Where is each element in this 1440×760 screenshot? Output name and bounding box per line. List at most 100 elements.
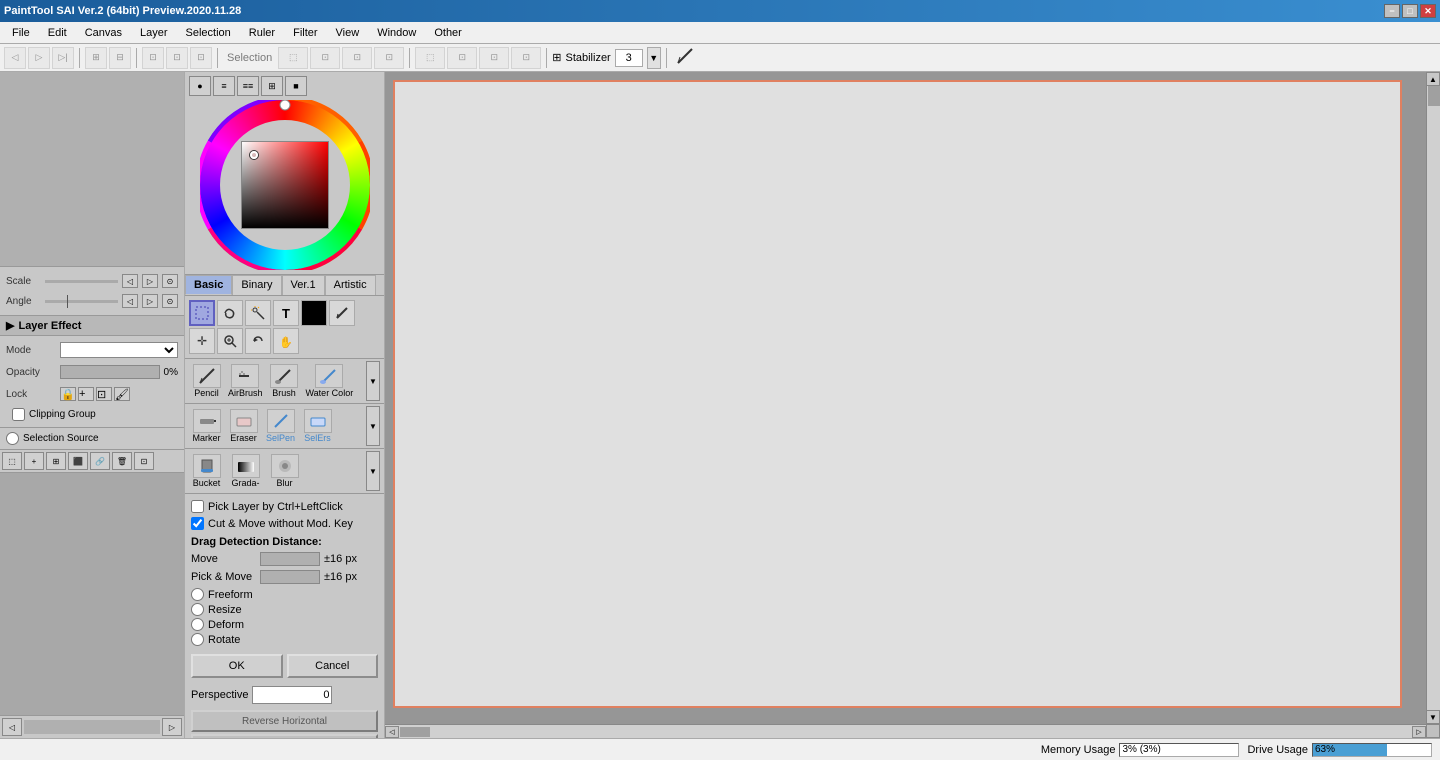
rotate-tool-icon[interactable] [245, 328, 271, 354]
angle-inc[interactable]: ▷ [142, 294, 158, 308]
fill-tools-scroll[interactable]: ▼ [366, 451, 380, 491]
lock-btn-3[interactable]: ⊡ [96, 387, 112, 401]
menu-file[interactable]: File [4, 25, 38, 41]
clipping-checkbox[interactable] [12, 408, 25, 421]
canvas-hscroll-track[interactable] [399, 726, 1412, 738]
color-picker-icon[interactable] [329, 300, 355, 326]
scale-reset[interactable]: ⊙ [162, 274, 178, 288]
minimize-button[interactable]: − [1384, 4, 1400, 18]
perspective-input[interactable] [252, 686, 332, 704]
color-tab-swatches[interactable]: ≡≡ [237, 76, 259, 96]
menu-other[interactable]: Other [426, 25, 470, 41]
close-button[interactable]: ✕ [1420, 4, 1436, 18]
color-tab-wheel[interactable]: ● [189, 76, 211, 96]
layer-add[interactable]: + [24, 452, 44, 470]
menu-window[interactable]: Window [369, 25, 424, 41]
menu-selection[interactable]: Selection [178, 25, 239, 41]
menu-layer[interactable]: Layer [132, 25, 176, 41]
brush-marker[interactable]: Marker [189, 407, 224, 445]
reverse-horizontal-button[interactable]: Reverse Horizontal [191, 710, 378, 732]
toolbar-sel-3[interactable]: ⊡ [342, 47, 372, 69]
brush-tab-basic[interactable]: Basic [185, 275, 232, 295]
stabilizer-dropdown[interactable]: ▼ [647, 47, 661, 69]
cancel-button[interactable]: Cancel [287, 654, 379, 678]
color-wheel-container[interactable] [200, 100, 370, 270]
canvas-scroll-up[interactable]: ▲ [1426, 72, 1440, 86]
toolbar-btn-6[interactable]: ⊡ [142, 47, 164, 69]
toolbar-sel-8[interactable]: ⊡ [511, 47, 541, 69]
hand-tool-icon[interactable]: ✋ [273, 328, 299, 354]
layer-group[interactable]: ⊞ [46, 452, 66, 470]
resize-radio[interactable] [191, 603, 204, 616]
menu-edit[interactable]: Edit [40, 25, 75, 41]
color-tab-sliders[interactable]: ≡ [213, 76, 235, 96]
zoom-in-icon[interactable] [217, 328, 243, 354]
ok-button[interactable]: OK [191, 654, 283, 678]
canvas-vscroll-thumb[interactable] [1428, 86, 1440, 106]
sel-source-radio[interactable] [6, 432, 19, 445]
lock-btn-2[interactable]: + [78, 387, 94, 401]
brush-selers[interactable]: SelErs [300, 407, 335, 445]
layer-passthrough[interactable]: ⬚ [2, 452, 22, 470]
angle-dec[interactable]: ◁ [122, 294, 138, 308]
rotate-radio[interactable] [191, 633, 204, 646]
toolbar-sel-4[interactable]: ⊡ [374, 47, 404, 69]
layer-link[interactable]: 🔗 [90, 452, 110, 470]
bucket-tool[interactable]: Bucket [189, 452, 224, 490]
layer-effect-header[interactable]: ▶ Layer Effect [0, 316, 184, 336]
color-square[interactable] [241, 141, 329, 229]
scale-inc[interactable]: ▷ [142, 274, 158, 288]
brush-brush[interactable]: Brush [267, 362, 302, 400]
canvas-drawing[interactable] [393, 80, 1402, 708]
toolbar-sel-7[interactable]: ⊡ [479, 47, 509, 69]
toolbar-btn-5[interactable]: ⊟ [109, 47, 131, 69]
blur-tool[interactable]: Blur [267, 452, 302, 490]
toolbar-sel-2[interactable]: ⊡ [310, 47, 340, 69]
freeform-radio[interactable] [191, 588, 204, 601]
toolbar-btn-1[interactable]: ◁ [4, 47, 26, 69]
pick-layer-checkbox[interactable] [191, 500, 204, 513]
layer-copy[interactable]: ⊡ [134, 452, 154, 470]
cut-move-checkbox[interactable] [191, 517, 204, 530]
toolbar-btn-7[interactable]: ⊡ [166, 47, 188, 69]
toolbar-btn-4[interactable]: ⊞ [85, 47, 107, 69]
layer-scroll-right[interactable]: ▷ [162, 718, 182, 736]
move-slider[interactable] [260, 552, 320, 566]
deform-radio[interactable] [191, 618, 204, 631]
brush-pencil[interactable]: Pencil [189, 362, 224, 400]
menu-ruler[interactable]: Ruler [241, 25, 283, 41]
brush-type-scroll2[interactable]: ▼ [366, 406, 380, 446]
canvas-scroll-left[interactable]: ◁ [385, 726, 399, 738]
gradient-tool[interactable]: Grada- [228, 452, 263, 490]
lock-btn-4[interactable]: 🖌 [114, 387, 130, 401]
canvas-scroll-down[interactable]: ▼ [1426, 710, 1440, 724]
stabilizer-input[interactable] [615, 49, 643, 67]
toolbar-sel-5[interactable]: ⬚ [415, 47, 445, 69]
maximize-button[interactable]: □ [1402, 4, 1418, 18]
menu-view[interactable]: View [328, 25, 368, 41]
selection-tool-icon[interactable] [189, 300, 215, 326]
canvas-vscroll[interactable] [1426, 86, 1440, 710]
reverse-vertical-button[interactable]: Reverse Vertical [191, 734, 378, 738]
brush-watercolor[interactable]: Water Color [304, 362, 356, 400]
brush-airbrush[interactable]: AirBrush [226, 362, 265, 400]
magic-wand-icon[interactable] [245, 300, 271, 326]
opacity-slider[interactable] [60, 365, 160, 379]
brush-scroll-button[interactable]: ▼ [366, 361, 380, 401]
scale-dec[interactable]: ◁ [122, 274, 138, 288]
canvas-hscroll[interactable]: ◁ ▷ [385, 724, 1426, 738]
layer-scroll-bar[interactable] [24, 720, 160, 734]
brush-tab-artistic[interactable]: Artistic [325, 275, 376, 295]
angle-slider[interactable] [45, 300, 118, 303]
color-tab-grid[interactable]: ⊞ [261, 76, 283, 96]
toolbar-sel-1[interactable]: ⬚ [278, 47, 308, 69]
angle-reset[interactable]: ⊙ [162, 294, 178, 308]
toolbar-sel-6[interactable]: ⊡ [447, 47, 477, 69]
color-tab-custom[interactable]: ■ [285, 76, 307, 96]
canvas-scroll-right[interactable]: ▷ [1412, 726, 1426, 738]
lock-btn-1[interactable]: 🔒 [60, 387, 76, 401]
mode-select[interactable] [60, 342, 178, 358]
text-tool-icon[interactable]: T [273, 300, 299, 326]
brush-eraser[interactable]: Eraser [226, 407, 261, 445]
scale-slider[interactable] [45, 280, 118, 283]
